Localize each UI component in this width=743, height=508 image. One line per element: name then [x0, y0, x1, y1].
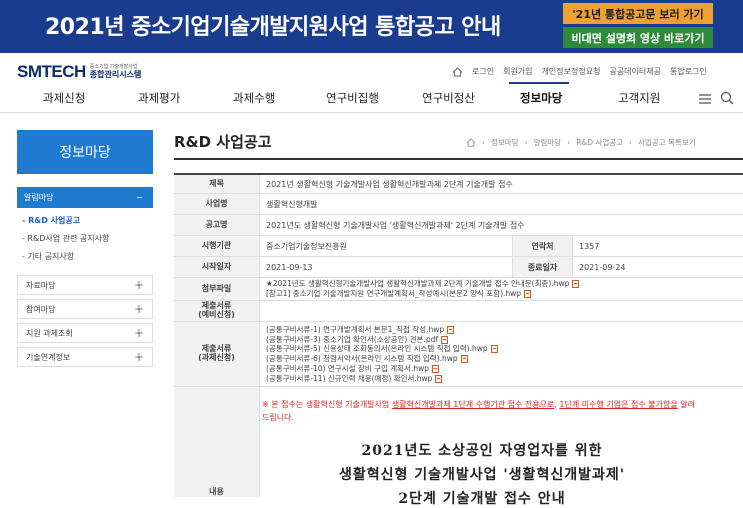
doc-link[interactable]: (공통구비서류-11) 신규인력 채용(예정) 확인서.hwp [266, 374, 443, 384]
nav-item[interactable]: 연구비집행 [326, 90, 379, 106]
table-row: 시행기관 중소기업기술정보진흥원 연락처 1357 [174, 236, 743, 257]
content-heading-line: 2단계 기술개발 접수 안내 [398, 491, 566, 507]
sidebar-title: 정보마당 [17, 130, 153, 174]
row-label: 시작일자 [174, 257, 259, 277]
row-label: 공고명 [174, 215, 259, 235]
table-row: 제목 2021년 생활혁신형 기술개발사업 생활혁신개발과제 2단계 기술개발 … [174, 175, 743, 194]
hwp-file-icon [435, 374, 443, 383]
hwp-file-icon [447, 325, 455, 334]
subject-value: 2021년 생활혁신형 기술개발사업 생활혁신개발과제 2단계 기술개발 접수 [259, 175, 743, 193]
sidebar-group-label: 알림마당 [24, 193, 54, 202]
row-label: 내용 [174, 387, 259, 497]
table-row: 사업명 생활혁신형개발 [174, 194, 743, 215]
row-label: 사업명 [174, 194, 259, 214]
start-date-value: 2021-09-13 [259, 257, 512, 277]
hwp-file-icon [431, 364, 439, 373]
agency-value: 중소기업기술정보진흥원 [259, 236, 512, 256]
collapse-icon[interactable]: − [136, 193, 143, 202]
doc-link[interactable]: (공통구비서류-1) 연구개발계획서 본문1_직접 작성.hwp [266, 325, 455, 335]
menu-icon[interactable] [699, 94, 711, 104]
content-heading-line: 2021년도 소상공인 자영업자를 위한 [361, 443, 603, 459]
sidebar-item-tech-info[interactable]: 기술연계정보 + [17, 347, 153, 367]
notice-link-button[interactable]: '21년 통합공고문 보러 가기 [563, 3, 713, 24]
sidebar-sub-rnd-announce[interactable]: - R&D사업 관련 공지사항 [22, 233, 109, 244]
sidebar-group-notice[interactable]: 알림마당 − [17, 187, 153, 208]
row-label: 연락처 [512, 236, 572, 256]
doc-link[interactable]: (공통구비서류-5) 신용상태 조회동의서(온라인 시스템 직접 입력).hwp [266, 344, 498, 354]
nav-item[interactable]: 과제평가 [138, 90, 180, 106]
title-divider [174, 158, 743, 160]
end-date-value: 2021-09-24 [572, 257, 743, 277]
nav-item[interactable]: 과제신청 [43, 90, 85, 106]
breadcrumb-item[interactable]: R&D 사업공고 [576, 137, 623, 148]
public-data-link[interactable]: 공공데이터제공 [609, 66, 661, 77]
pdf-file-icon [440, 335, 448, 344]
breadcrumb: › 정보마당 › 알림마당 › R&D 사업공고 › 사업공고 목록보기 [466, 137, 696, 148]
notice-warning-text: ※ 본 접수는 생활혁신형 기술개발사업 생활혁신개발과제 1단계 수행기관 접… [262, 400, 695, 422]
plus-icon: + [133, 350, 144, 364]
table-row: 공고명 2021년도 생활혁신형 기술개발사업 '생활혁신개발과제' 2단계 기… [174, 215, 743, 236]
plus-icon: + [133, 278, 144, 292]
hwp-file-icon [490, 345, 498, 354]
logo-sub-2: 종합관리시스템 [89, 70, 142, 79]
sidebar-item-participation[interactable]: 참여마당 + [17, 299, 153, 319]
sidebar-item-project-search[interactable]: 지원 과제조회 + [17, 323, 153, 343]
page-title: R&D 사업공고 [174, 133, 272, 151]
home-icon[interactable] [452, 66, 463, 77]
table-row: 제출서류 (예비신청) [174, 301, 743, 322]
header-divider [0, 112, 743, 113]
hwp-file-icon [524, 290, 532, 298]
doc-link[interactable]: (공통구비서류-10) 연구시설 장비 구입 계획서.hwp [266, 364, 439, 374]
content-heading-line: 생활혁신형 기술개발사업 '생활혁신개발과제' [338, 467, 626, 483]
breadcrumb-item[interactable]: 사업공고 목록보기 [638, 137, 696, 148]
video-link-button[interactable]: 비대면 설명회 영상 바로가기 [563, 27, 713, 48]
logo[interactable]: SMTECH 중소기업 기술개발사업 종합관리시스템 [17, 62, 141, 82]
notice-name-value: 2021년도 생활혁신형 기술개발사업 '생활혁신개발과제' 2단계 기술개발 … [259, 215, 743, 235]
login-link[interactable]: 로그인 [472, 66, 494, 77]
row-label: 종료일자 [512, 257, 572, 277]
program-value: 생활혁신형개발 [259, 194, 743, 214]
plus-icon: + [133, 326, 144, 340]
attachments-cell: ★2021년도 생활혁신형기술개발사업 생활혁신개발과제 2단계 기술개발 접수… [259, 278, 743, 300]
main-nav: 과제신청 과제평가 과제수행 연구비집행 연구비정산 정보마당 고객지원 [0, 82, 743, 112]
nav-active-indicator [509, 82, 569, 84]
contact-value: 1357 [572, 236, 743, 256]
home-icon[interactable] [466, 138, 476, 147]
table-row: 시작일자 2021-09-13 종료일자 2021-09-24 [174, 257, 743, 278]
banner-title: 2021년 중소기업기술개발지원사업 통합공고 안내 [45, 15, 501, 40]
row-label: 제목 [174, 175, 259, 193]
table-row: 제출서류 (과제신청) (공통구비서류-1) 연구개발계획서 본문1_직접 작성… [174, 322, 743, 387]
row-label: 제출서류 (과제신청) [174, 322, 259, 386]
nav-item[interactable]: 고객지원 [618, 90, 660, 106]
attachment-link[interactable]: ★2021년도 생활혁신형기술개발사업 생활혁신개발과제 2단계 기술개발 접수… [266, 279, 580, 289]
nav-item[interactable]: 연구비정산 [422, 90, 475, 106]
pre-docs-value [259, 301, 743, 321]
doc-link[interactable]: (공통구비서류-3) 중소기업 확인서(소상공인) 견본.pdf [266, 335, 448, 345]
top-banner: 2021년 중소기업기술개발지원사업 통합공고 안내 '21년 통합공고문 보러… [0, 0, 743, 53]
row-label: 첨부파일 [174, 278, 259, 300]
notice-detail-table: 제목 2021년 생활혁신형 기술개발사업 생활혁신개발과제 2단계 기술개발 … [174, 173, 743, 497]
breadcrumb-item[interactable]: 알림마당 [534, 137, 562, 148]
utility-nav: 로그인 회원가입 개인정보정정요청 공공데이터제공 통합로그인 [452, 66, 707, 77]
logo-main: SMTECH [17, 62, 86, 81]
doc-link[interactable]: (공통구비서류-6) 청렴서약서(온라인 시스템 직접 입력).hwp [266, 354, 468, 364]
row-label: 시행기관 [174, 236, 259, 256]
privacy-request-link[interactable]: 개인정보정정요청 [542, 66, 601, 77]
sidebar-sub-other-announce[interactable]: - 기타 공지사항 [22, 251, 74, 262]
nav-item[interactable]: 과제수행 [233, 90, 275, 106]
integrated-login-link[interactable]: 통합로그인 [670, 66, 707, 77]
docs-cell: (공통구비서류-1) 연구개발계획서 본문1_직접 작성.hwp (공통구비서류… [259, 322, 743, 386]
sidebar-sub-rnd-notice[interactable]: - R&D 사업공고 [22, 215, 80, 226]
breadcrumb-item[interactable]: 정보마당 [491, 137, 519, 148]
sidebar-item-resources[interactable]: 자료마당 + [17, 275, 153, 295]
row-label: 제출서류 (예비신청) [174, 301, 259, 321]
table-row: 첨부파일 ★2021년도 생활혁신형기술개발사업 생활혁신개발과제 2단계 기술… [174, 278, 743, 301]
search-icon[interactable] [720, 91, 734, 105]
nav-item-active[interactable]: 정보마당 [520, 90, 562, 106]
hwp-file-icon [572, 280, 580, 289]
attachment-link[interactable]: [참고1] 중소기업 기술개발지원 연구개발계획서_작성예시(본문2 양식 포함… [266, 289, 532, 299]
hwp-file-icon [460, 355, 468, 363]
plus-icon: + [133, 302, 144, 316]
signup-link[interactable]: 회원가입 [503, 66, 532, 77]
